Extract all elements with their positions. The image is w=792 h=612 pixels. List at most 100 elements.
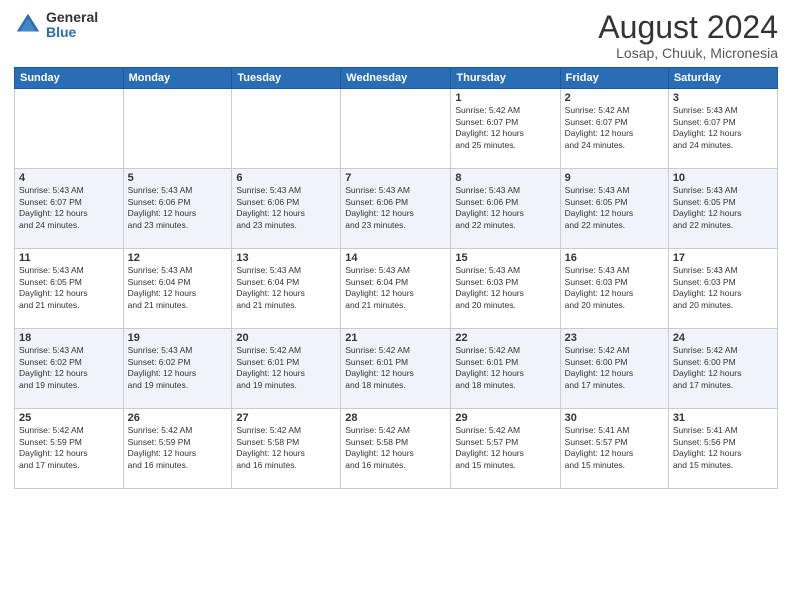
day-number: 24 xyxy=(673,332,773,344)
calendar-header-friday: Friday xyxy=(560,68,668,89)
calendar-header-monday: Monday xyxy=(123,68,232,89)
day-number: 13 xyxy=(236,252,336,264)
day-info: Sunrise: 5:43 AM Sunset: 6:04 PM Dayligh… xyxy=(236,265,336,311)
day-info: Sunrise: 5:43 AM Sunset: 6:05 PM Dayligh… xyxy=(19,265,119,311)
day-info: Sunrise: 5:42 AM Sunset: 5:58 PM Dayligh… xyxy=(236,425,336,471)
calendar-week-4: 18Sunrise: 5:43 AM Sunset: 6:02 PM Dayli… xyxy=(15,329,778,409)
calendar-header-thursday: Thursday xyxy=(451,68,560,89)
day-number: 9 xyxy=(565,172,664,184)
calendar-cell-14: 11Sunrise: 5:43 AM Sunset: 6:05 PM Dayli… xyxy=(15,249,124,329)
calendar-cell-25: 22Sunrise: 5:42 AM Sunset: 6:01 PM Dayli… xyxy=(451,329,560,409)
calendar-header-sunday: Sunday xyxy=(15,68,124,89)
day-number: 11 xyxy=(19,252,119,264)
calendar-cell-1 xyxy=(123,89,232,169)
calendar-cell-21: 18Sunrise: 5:43 AM Sunset: 6:02 PM Dayli… xyxy=(15,329,124,409)
calendar-cell-32: 29Sunrise: 5:42 AM Sunset: 5:57 PM Dayli… xyxy=(451,409,560,489)
day-number: 22 xyxy=(455,332,555,344)
calendar-cell-19: 16Sunrise: 5:43 AM Sunset: 6:03 PM Dayli… xyxy=(560,249,668,329)
calendar-cell-10: 7Sunrise: 5:43 AM Sunset: 6:06 PM Daylig… xyxy=(341,169,451,249)
calendar-cell-5: 2Sunrise: 5:42 AM Sunset: 6:07 PM Daylig… xyxy=(560,89,668,169)
calendar-cell-26: 23Sunrise: 5:42 AM Sunset: 6:00 PM Dayli… xyxy=(560,329,668,409)
day-info: Sunrise: 5:43 AM Sunset: 6:06 PM Dayligh… xyxy=(345,185,446,231)
day-info: Sunrise: 5:43 AM Sunset: 6:02 PM Dayligh… xyxy=(128,345,228,391)
calendar-cell-3 xyxy=(341,89,451,169)
main-title: August 2024 xyxy=(598,10,778,45)
calendar-cell-29: 26Sunrise: 5:42 AM Sunset: 5:59 PM Dayli… xyxy=(123,409,232,489)
calendar-cell-34: 31Sunrise: 5:41 AM Sunset: 5:56 PM Dayli… xyxy=(668,409,777,489)
day-info: Sunrise: 5:43 AM Sunset: 6:03 PM Dayligh… xyxy=(455,265,555,311)
header: General Blue August 2024 Losap, Chuuk, M… xyxy=(14,10,778,61)
calendar-cell-0 xyxy=(15,89,124,169)
day-number: 4 xyxy=(19,172,119,184)
calendar-cell-22: 19Sunrise: 5:43 AM Sunset: 6:02 PM Dayli… xyxy=(123,329,232,409)
day-number: 17 xyxy=(673,252,773,264)
page: General Blue August 2024 Losap, Chuuk, M… xyxy=(0,0,792,612)
day-info: Sunrise: 5:43 AM Sunset: 6:05 PM Dayligh… xyxy=(565,185,664,231)
calendar-cell-18: 15Sunrise: 5:43 AM Sunset: 6:03 PM Dayli… xyxy=(451,249,560,329)
calendar-cell-16: 13Sunrise: 5:43 AM Sunset: 6:04 PM Dayli… xyxy=(232,249,341,329)
day-info: Sunrise: 5:41 AM Sunset: 5:56 PM Dayligh… xyxy=(673,425,773,471)
subtitle: Losap, Chuuk, Micronesia xyxy=(598,45,778,61)
day-info: Sunrise: 5:42 AM Sunset: 6:01 PM Dayligh… xyxy=(455,345,555,391)
calendar-cell-24: 21Sunrise: 5:42 AM Sunset: 6:01 PM Dayli… xyxy=(341,329,451,409)
calendar-week-5: 25Sunrise: 5:42 AM Sunset: 5:59 PM Dayli… xyxy=(15,409,778,489)
day-number: 5 xyxy=(128,172,228,184)
calendar-cell-4: 1Sunrise: 5:42 AM Sunset: 6:07 PM Daylig… xyxy=(451,89,560,169)
day-number: 14 xyxy=(345,252,446,264)
day-info: Sunrise: 5:43 AM Sunset: 6:03 PM Dayligh… xyxy=(673,265,773,311)
day-number: 27 xyxy=(236,412,336,424)
calendar-header-saturday: Saturday xyxy=(668,68,777,89)
day-number: 28 xyxy=(345,412,446,424)
logo-blue: Blue xyxy=(46,25,98,40)
day-info: Sunrise: 5:42 AM Sunset: 6:07 PM Dayligh… xyxy=(455,105,555,151)
day-info: Sunrise: 5:43 AM Sunset: 6:06 PM Dayligh… xyxy=(236,185,336,231)
day-info: Sunrise: 5:42 AM Sunset: 5:57 PM Dayligh… xyxy=(455,425,555,471)
calendar-cell-6: 3Sunrise: 5:43 AM Sunset: 6:07 PM Daylig… xyxy=(668,89,777,169)
day-number: 7 xyxy=(345,172,446,184)
calendar-cell-13: 10Sunrise: 5:43 AM Sunset: 6:05 PM Dayli… xyxy=(668,169,777,249)
day-number: 3 xyxy=(673,92,773,104)
day-info: Sunrise: 5:42 AM Sunset: 5:59 PM Dayligh… xyxy=(128,425,228,471)
day-number: 21 xyxy=(345,332,446,344)
day-number: 2 xyxy=(565,92,664,104)
day-info: Sunrise: 5:42 AM Sunset: 6:00 PM Dayligh… xyxy=(673,345,773,391)
day-number: 18 xyxy=(19,332,119,344)
calendar-cell-7: 4Sunrise: 5:43 AM Sunset: 6:07 PM Daylig… xyxy=(15,169,124,249)
day-number: 29 xyxy=(455,412,555,424)
calendar-week-3: 11Sunrise: 5:43 AM Sunset: 6:05 PM Dayli… xyxy=(15,249,778,329)
day-number: 6 xyxy=(236,172,336,184)
day-number: 30 xyxy=(565,412,664,424)
day-number: 20 xyxy=(236,332,336,344)
logo-text: General Blue xyxy=(46,10,98,41)
calendar-cell-20: 17Sunrise: 5:43 AM Sunset: 6:03 PM Dayli… xyxy=(668,249,777,329)
calendar-cell-9: 6Sunrise: 5:43 AM Sunset: 6:06 PM Daylig… xyxy=(232,169,341,249)
day-number: 23 xyxy=(565,332,664,344)
day-number: 12 xyxy=(128,252,228,264)
calendar-table: SundayMondayTuesdayWednesdayThursdayFrid… xyxy=(14,67,778,489)
calendar-cell-12: 9Sunrise: 5:43 AM Sunset: 6:05 PM Daylig… xyxy=(560,169,668,249)
title-block: August 2024 Losap, Chuuk, Micronesia xyxy=(598,10,778,61)
calendar-cell-23: 20Sunrise: 5:42 AM Sunset: 6:01 PM Dayli… xyxy=(232,329,341,409)
day-number: 26 xyxy=(128,412,228,424)
calendar-week-2: 4Sunrise: 5:43 AM Sunset: 6:07 PM Daylig… xyxy=(15,169,778,249)
day-info: Sunrise: 5:43 AM Sunset: 6:06 PM Dayligh… xyxy=(128,185,228,231)
calendar-cell-17: 14Sunrise: 5:43 AM Sunset: 6:04 PM Dayli… xyxy=(341,249,451,329)
calendar-cell-2 xyxy=(232,89,341,169)
day-info: Sunrise: 5:43 AM Sunset: 6:04 PM Dayligh… xyxy=(345,265,446,311)
day-info: Sunrise: 5:43 AM Sunset: 6:04 PM Dayligh… xyxy=(128,265,228,311)
day-info: Sunrise: 5:42 AM Sunset: 6:07 PM Dayligh… xyxy=(565,105,664,151)
day-info: Sunrise: 5:42 AM Sunset: 5:59 PM Dayligh… xyxy=(19,425,119,471)
day-number: 10 xyxy=(673,172,773,184)
day-info: Sunrise: 5:42 AM Sunset: 6:01 PM Dayligh… xyxy=(345,345,446,391)
day-number: 15 xyxy=(455,252,555,264)
day-info: Sunrise: 5:43 AM Sunset: 6:05 PM Dayligh… xyxy=(673,185,773,231)
day-info: Sunrise: 5:41 AM Sunset: 5:57 PM Dayligh… xyxy=(565,425,664,471)
day-info: Sunrise: 5:43 AM Sunset: 6:03 PM Dayligh… xyxy=(565,265,664,311)
day-number: 1 xyxy=(455,92,555,104)
day-info: Sunrise: 5:42 AM Sunset: 5:58 PM Dayligh… xyxy=(345,425,446,471)
day-info: Sunrise: 5:43 AM Sunset: 6:07 PM Dayligh… xyxy=(19,185,119,231)
day-number: 19 xyxy=(128,332,228,344)
day-number: 25 xyxy=(19,412,119,424)
day-info: Sunrise: 5:43 AM Sunset: 6:02 PM Dayligh… xyxy=(19,345,119,391)
logo: General Blue xyxy=(14,10,98,41)
